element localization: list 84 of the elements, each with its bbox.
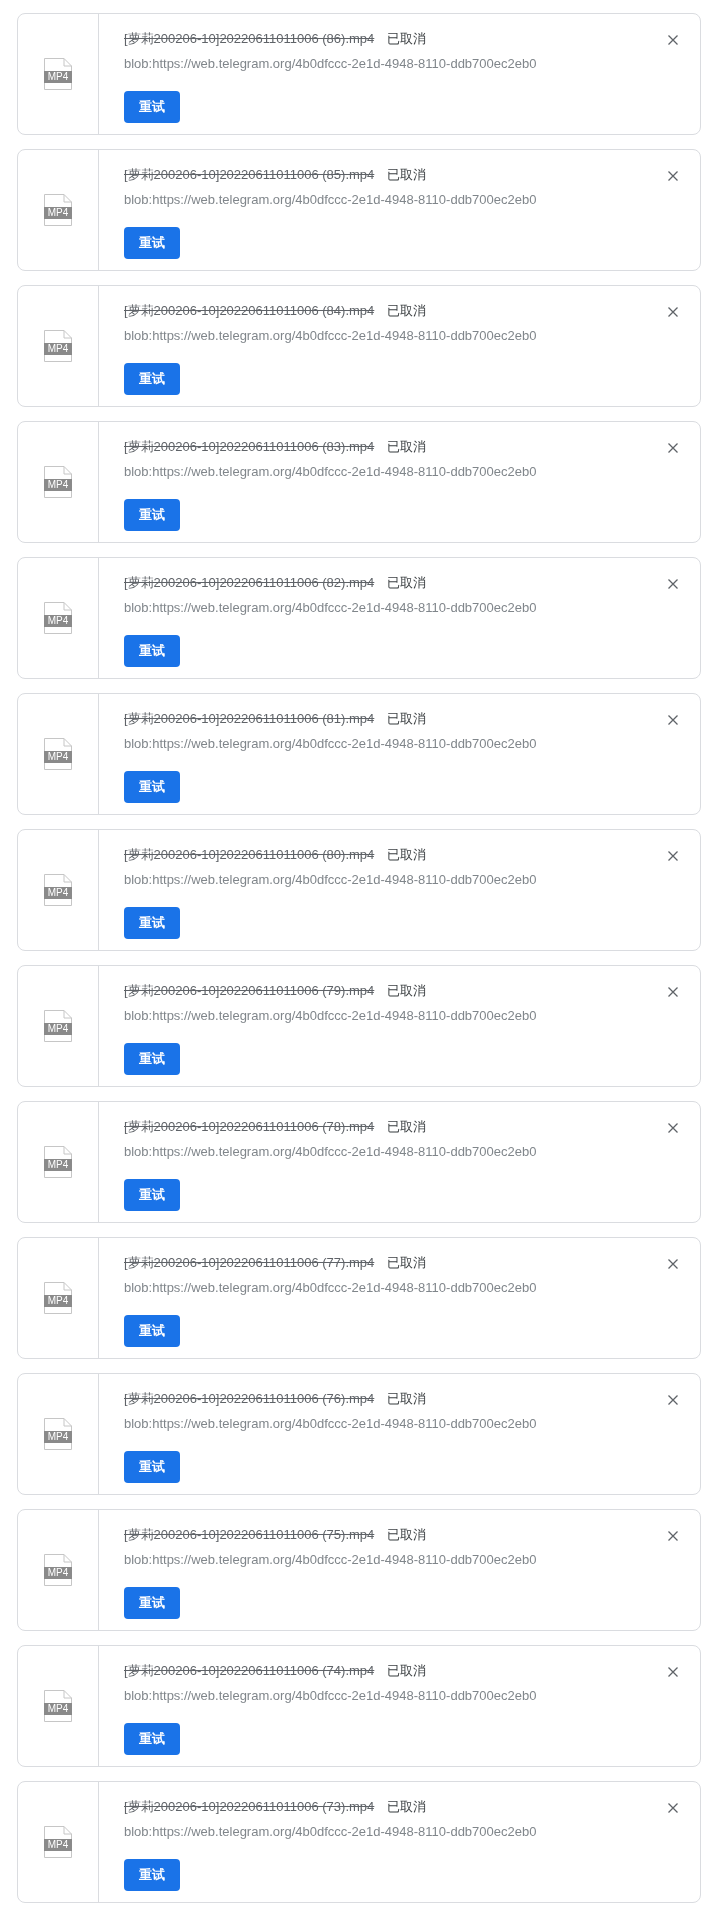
file-name[interactable]: [萝莉200206-10]20220611011006 (78).mp4 [124,1118,375,1136]
download-status: 已取消 [387,30,427,48]
file-name[interactable]: [萝莉200206-10]20220611011006 (86).mp4 [124,30,375,48]
retry-button[interactable]: 重试 [124,1451,180,1483]
source-url: blob:https://web.telegram.org/4b0dfccc-2e1d-4948-8110-ddb700ec2eb0 [124,871,538,889]
source-url: blob:https://web.telegram.org/4b0dfccc-2e1d-4948-8110-ddb700ec2eb0 [124,55,538,73]
file-name[interactable]: [萝莉200206-10]20220611011006 (84).mp4 [124,302,375,320]
download-status: 已取消 [387,1662,427,1680]
download-status: 已取消 [387,710,427,728]
download-status: 已取消 [387,438,427,456]
file-name[interactable]: [萝莉200206-10]20220611011006 (79).mp4 [124,982,375,1000]
close-icon [668,579,678,589]
close-icon [668,443,678,453]
download-status: 已取消 [387,1798,427,1816]
retry-button[interactable]: 重试 [124,1179,180,1211]
source-url: blob:https://web.telegram.org/4b0dfccc-2e1d-4948-8110-ddb700ec2eb0 [124,1007,538,1025]
retry-button[interactable]: 重试 [124,1315,180,1347]
file-name[interactable]: [萝莉200206-10]20220611011006 (73).mp4 [124,1798,375,1816]
source-url: blob:https://web.telegram.org/4b0dfccc-2e1d-4948-8110-ddb700ec2eb0 [124,463,538,481]
retry-button[interactable]: 重试 [124,1043,180,1075]
retry-button[interactable]: 重试 [124,363,180,395]
file-type-label: MP4 [44,887,72,899]
close-icon [668,307,678,317]
file-type-label: MP4 [44,1431,72,1443]
file-type-label: MP4 [44,71,72,83]
file-type-label: MP4 [44,751,72,763]
file-name[interactable]: [萝莉200206-10]20220611011006 (80).mp4 [124,846,375,864]
source-url: blob:https://web.telegram.org/4b0dfccc-2e1d-4948-8110-ddb700ec2eb0 [124,599,538,617]
download-status: 已取消 [387,1390,427,1408]
source-url: blob:https://web.telegram.org/4b0dfccc-2e1d-4948-8110-ddb700ec2eb0 [124,1551,538,1569]
file-name[interactable]: [萝莉200206-10]20220611011006 (81).mp4 [124,710,375,728]
file-type-label: MP4 [44,1295,72,1307]
retry-button[interactable]: 重试 [124,635,180,667]
source-url: blob:https://web.telegram.org/4b0dfccc-2e1d-4948-8110-ddb700ec2eb0 [124,1823,538,1841]
close-icon [668,1531,678,1541]
close-icon [668,171,678,181]
download-status: 已取消 [387,846,427,864]
source-url: blob:https://web.telegram.org/4b0dfccc-2e1d-4948-8110-ddb700ec2eb0 [124,1687,538,1705]
file-type-label: MP4 [44,1023,72,1035]
source-url: blob:https://web.telegram.org/4b0dfccc-2e1d-4948-8110-ddb700ec2eb0 [124,1279,538,1297]
retry-button[interactable]: 重试 [124,91,180,123]
file-name[interactable]: [萝莉200206-10]20220611011006 (82).mp4 [124,574,375,592]
file-name[interactable]: [萝莉200206-10]20220611011006 (76).mp4 [124,1390,375,1408]
file-type-label: MP4 [44,479,72,491]
retry-button[interactable]: 重试 [124,1723,180,1755]
file-type-label: MP4 [44,1703,72,1715]
file-type-label: MP4 [44,615,72,627]
retry-button[interactable]: 重试 [124,1587,180,1619]
retry-button[interactable]: 重试 [124,499,180,531]
download-status: 已取消 [387,574,427,592]
source-url: blob:https://web.telegram.org/4b0dfccc-2e1d-4948-8110-ddb700ec2eb0 [124,735,538,753]
file-type-label: MP4 [44,207,72,219]
close-icon [668,35,678,45]
retry-button[interactable]: 重试 [124,907,180,939]
file-name[interactable]: [萝莉200206-10]20220611011006 (83).mp4 [124,438,375,456]
source-url: blob:https://web.telegram.org/4b0dfccc-2e1d-4948-8110-ddb700ec2eb0 [124,1415,538,1433]
close-icon [668,1395,678,1405]
retry-button[interactable]: 重试 [124,227,180,259]
close-icon [668,1803,678,1813]
close-icon [668,1259,678,1269]
download-status: 已取消 [387,166,427,184]
close-icon [668,1667,678,1677]
source-url: blob:https://web.telegram.org/4b0dfccc-2e1d-4948-8110-ddb700ec2eb0 [124,327,538,345]
file-name[interactable]: [萝莉200206-10]20220611011006 (75).mp4 [124,1526,375,1544]
close-icon [668,715,678,725]
close-icon [668,987,678,997]
download-status: 已取消 [387,1526,427,1544]
download-status: 已取消 [387,1254,427,1272]
file-name[interactable]: [萝莉200206-10]20220611011006 (85).mp4 [124,166,375,184]
file-name[interactable]: [萝莉200206-10]20220611011006 (77).mp4 [124,1254,375,1272]
source-url: blob:https://web.telegram.org/4b0dfccc-2e1d-4948-8110-ddb700ec2eb0 [124,1143,538,1161]
download-status: 已取消 [387,1118,427,1136]
download-status: 已取消 [387,982,427,1000]
source-url: blob:https://web.telegram.org/4b0dfccc-2e1d-4948-8110-ddb700ec2eb0 [124,191,538,209]
retry-button[interactable]: 重试 [124,771,180,803]
retry-button[interactable]: 重试 [124,1859,180,1891]
download-status: 已取消 [387,302,427,320]
close-icon [668,1123,678,1133]
file-type-label: MP4 [44,1839,72,1851]
file-type-label: MP4 [44,1159,72,1171]
close-icon [668,851,678,861]
file-type-label: MP4 [44,1567,72,1579]
file-type-label: MP4 [44,343,72,355]
file-name[interactable]: [萝莉200206-10]20220611011006 (74).mp4 [124,1662,375,1680]
